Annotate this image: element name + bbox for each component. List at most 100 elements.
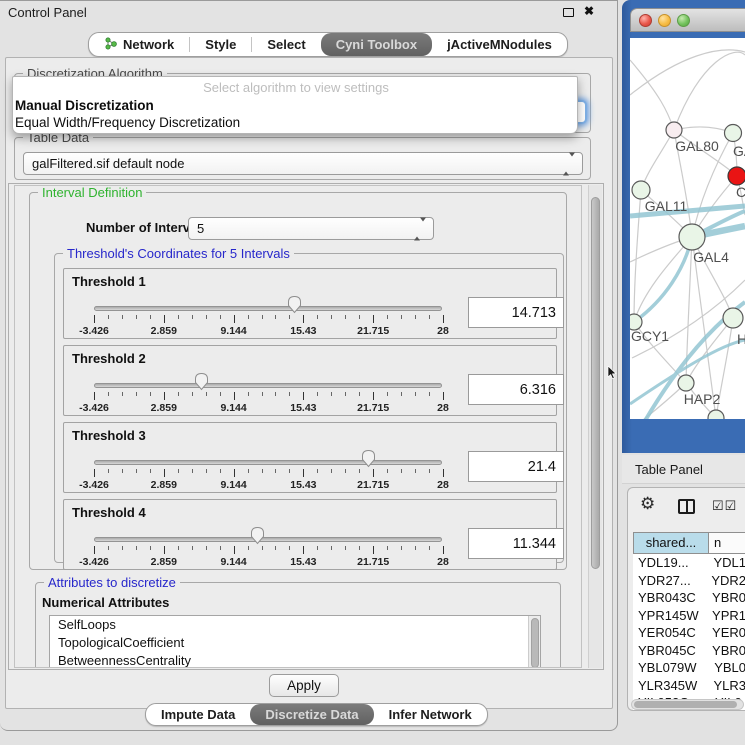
settings-gear-icon[interactable]: ⚙ <box>640 494 655 514</box>
table-cell[interactable]: YBR0 <box>705 642 745 660</box>
settings-vertical-scrollbar[interactable] <box>588 185 602 668</box>
table-cell[interactable]: YPR145W <box>633 607 705 625</box>
threshold-2-slider-track[interactable] <box>94 383 442 388</box>
threshold-3-slider-thumb[interactable] <box>360 449 377 469</box>
maximize-traffic-light-icon[interactable] <box>677 14 690 27</box>
table-row[interactable]: YBL079WYBL0 <box>633 659 745 677</box>
tab-discretize-data[interactable]: Discretize Data <box>250 704 373 725</box>
tick-mark <box>192 546 193 550</box>
table-cell[interactable]: YBR0 <box>705 589 745 607</box>
number-of-intervals-combobox[interactable]: 5 <box>188 217 434 240</box>
table-cell[interactable]: YDL19... <box>633 554 706 572</box>
column-checkbox-icons[interactable]: ☑☑ <box>712 498 737 514</box>
table-row[interactable]: YER054CYER0 <box>633 624 745 642</box>
tab-network[interactable]: Network <box>89 33 189 56</box>
table-cell[interactable]: YBR045C <box>633 642 705 660</box>
tick-label: 21.715 <box>357 402 389 414</box>
float-window-icon[interactable] <box>563 8 574 17</box>
node-label: C <box>736 184 745 200</box>
table-row[interactable]: YPR145WYPR1 <box>633 607 745 625</box>
network-window-titlebar[interactable] <box>630 8 745 32</box>
table-cell[interactable]: YDR2 <box>704 572 745 590</box>
attributes-list-scrollbar[interactable] <box>528 616 540 668</box>
node-hap2[interactable] <box>678 375 694 391</box>
table-cell[interactable]: YLR3 <box>706 677 745 695</box>
threshold-1-value-field[interactable] <box>468 297 564 328</box>
tab-style[interactable]: Style <box>190 33 251 56</box>
table-cell[interactable]: YBR043C <box>633 589 705 607</box>
close-traffic-light-icon[interactable] <box>639 14 652 27</box>
threshold-1-slider-thumb[interactable] <box>286 295 303 315</box>
node-gal11[interactable] <box>632 181 650 199</box>
threshold-3-value-field[interactable] <box>468 451 564 482</box>
scrollbar-thumb[interactable] <box>591 197 600 569</box>
tab-jactivemnodules[interactable]: jActiveMNodules <box>432 33 567 56</box>
column-header-shared[interactable]: shared... <box>634 533 709 553</box>
algorithm-option[interactable]: Manual Discretization <box>15 97 577 114</box>
list-item[interactable]: SelfLoops <box>50 616 540 634</box>
tick-mark <box>387 546 388 550</box>
table-cell[interactable]: YDL1 <box>706 554 745 572</box>
scrollbar-thumb[interactable] <box>531 618 539 668</box>
tick-mark <box>275 546 276 550</box>
tick-mark <box>359 392 360 396</box>
scrollbar-thumb[interactable] <box>634 701 737 708</box>
tab-select-label: Select <box>267 37 305 52</box>
apply-button[interactable]: Apply <box>269 674 339 697</box>
minimize-traffic-light-icon[interactable] <box>658 14 671 27</box>
table-row[interactable]: YLR345WYLR3 <box>633 677 745 695</box>
network-canvas[interactable]: GAL80 GA C GAL11 GAL4 GCY1 H HAP2 <box>630 38 745 419</box>
table-cell[interactable]: YER054C <box>633 624 705 642</box>
table-data-value: galFiltered.sif default node <box>32 153 184 174</box>
threshold-4-value-field[interactable] <box>468 528 564 559</box>
table-cell[interactable]: YLR345W <box>633 677 706 695</box>
tab-impute-data[interactable]: Impute Data <box>146 704 250 725</box>
threshold-4-label: Threshold 4 <box>72 505 146 520</box>
split-columns-icon[interactable] <box>678 499 695 514</box>
threshold-4-slider-track[interactable] <box>94 537 442 542</box>
threshold-3-slider-track[interactable] <box>94 460 442 465</box>
tick-mark <box>164 392 165 400</box>
tick-mark <box>373 315 374 323</box>
table-row[interactable]: YDL19...YDL1 <box>633 554 745 572</box>
threshold-4-slider-thumb[interactable] <box>249 526 266 546</box>
tick-mark <box>248 392 249 396</box>
node[interactable] <box>725 125 742 142</box>
table-rows: YDL19...YDL1YDR27...YDR2YBR043CYBR0YPR14… <box>633 554 745 710</box>
table-cell[interactable]: YBL0 <box>707 659 745 677</box>
close-icon[interactable]: ✖ <box>584 4 594 18</box>
threshold-2-slider-thumb[interactable] <box>193 372 210 392</box>
tick-mark <box>331 546 332 550</box>
table-cell[interactable]: YBL079W <box>633 659 707 677</box>
table-row[interactable]: YBR043CYBR0 <box>633 589 745 607</box>
tick-mark <box>178 469 179 473</box>
table-cell[interactable]: YDR27... <box>633 572 704 590</box>
tab-select[interactable]: Select <box>252 33 320 56</box>
threshold-2-value-field[interactable] <box>468 374 564 405</box>
tick-mark <box>317 315 318 319</box>
table-cell[interactable]: YPR1 <box>705 607 745 625</box>
tick-mark <box>401 469 402 473</box>
node-gal4[interactable] <box>679 224 705 250</box>
table-data-combobox[interactable]: galFiltered.sif default node <box>23 152 583 175</box>
tab-cyni-toolbox[interactable]: Cyni Toolbox <box>321 33 432 56</box>
attributes-group: Attributes to discretize Numerical Attri… <box>35 582 561 668</box>
node-selected-red[interactable] <box>728 167 745 185</box>
algorithm-option[interactable]: Equal Width/Frequency Discretization <box>15 114 577 131</box>
table-row[interactable]: YBR045CYBR0 <box>633 642 745 660</box>
list-item[interactable]: BetweennessCentrality <box>50 652 540 668</box>
threshold-1-slider-track[interactable] <box>94 306 442 311</box>
node-gal80[interactable] <box>666 122 682 138</box>
tick-mark <box>345 315 346 319</box>
tick-mark <box>303 315 304 323</box>
tick-label: 9.144 <box>220 402 246 414</box>
column-header-name[interactable]: n <box>709 533 745 553</box>
list-item[interactable]: TopologicalCoefficient <box>50 634 540 652</box>
tab-infer-network[interactable]: Infer Network <box>374 704 487 725</box>
threshold-1-label: Threshold 1 <box>72 274 146 289</box>
node[interactable] <box>723 308 743 328</box>
thresholds-group-title: Threshold's Coordinates for 5 Intervals <box>63 246 294 261</box>
table-horizontal-scrollbar[interactable] <box>631 699 744 710</box>
table-cell[interactable]: YER0 <box>705 624 745 642</box>
table-row[interactable]: YDR27...YDR2 <box>633 572 745 590</box>
